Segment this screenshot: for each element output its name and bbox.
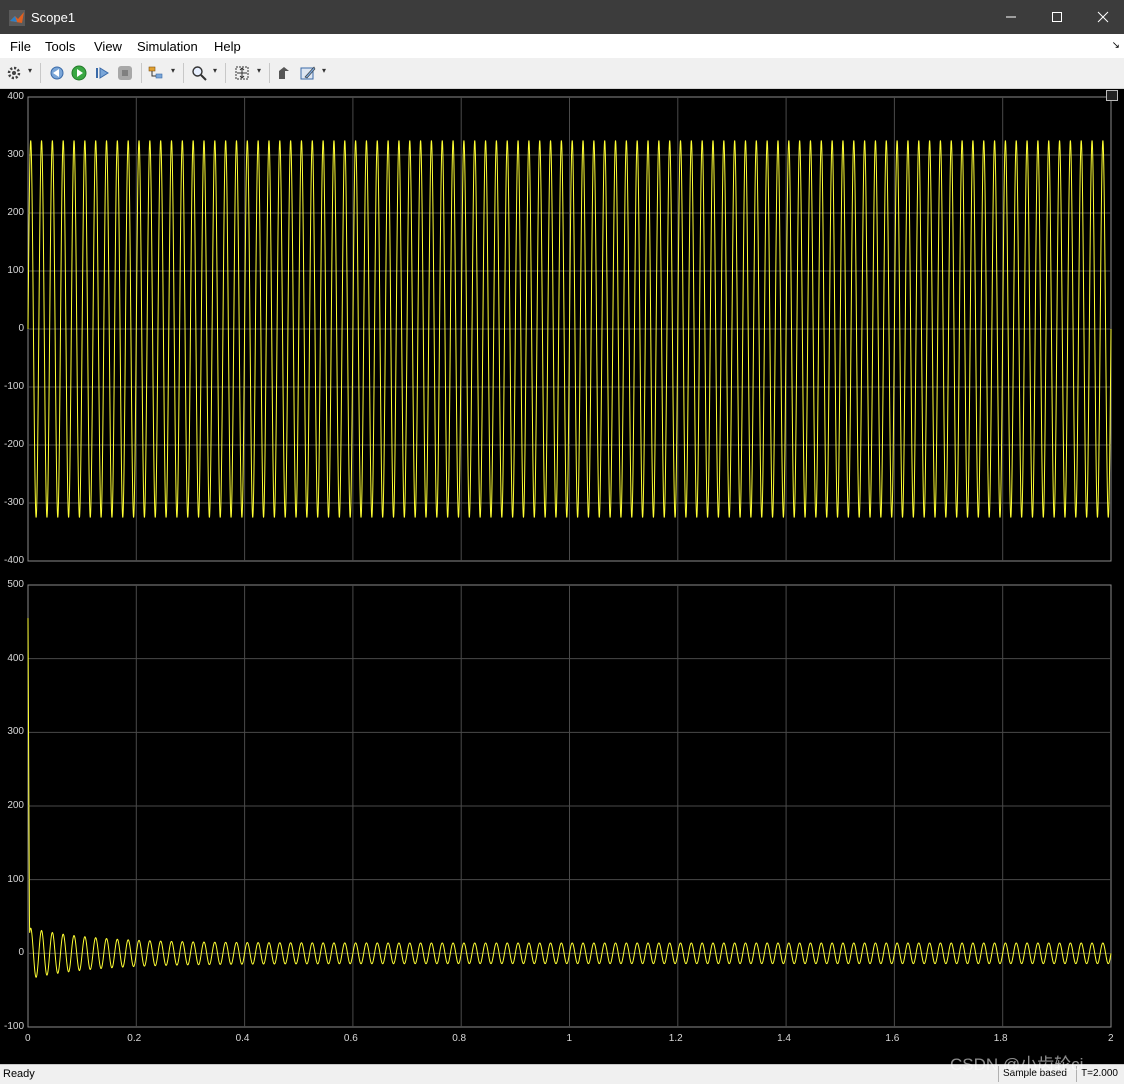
y-tick-label: 0 bbox=[18, 323, 24, 334]
signal-selector-icon[interactable] bbox=[148, 65, 164, 81]
x-tick-label: 2 bbox=[1108, 1033, 1114, 1044]
highlight-block-icon[interactable] bbox=[276, 65, 292, 81]
edit-dropdown-icon[interactable]: ▾ bbox=[322, 67, 328, 75]
menu-simulation[interactable]: Simulation bbox=[137, 39, 198, 54]
minimize-icon bbox=[1006, 16, 1016, 18]
y-tick-label: -200 bbox=[3, 439, 24, 450]
run-icon[interactable] bbox=[71, 65, 87, 81]
toolbar-separator bbox=[40, 63, 41, 83]
fit-dropdown-icon[interactable]: ▾ bbox=[257, 67, 263, 75]
close-button[interactable] bbox=[1080, 0, 1124, 34]
edit-icon[interactable] bbox=[300, 65, 316, 81]
y-tick-label: 400 bbox=[7, 91, 24, 102]
y-tick-label: 500 bbox=[7, 579, 24, 590]
expand-axes-button[interactable] bbox=[1106, 90, 1118, 101]
fit-to-view-icon[interactable] bbox=[234, 65, 250, 81]
y-tick-label: -400 bbox=[3, 555, 24, 566]
y-tick-label: 300 bbox=[7, 149, 24, 160]
zoom-icon[interactable] bbox=[191, 65, 207, 81]
y-tick-label: 200 bbox=[7, 800, 24, 811]
menu-view[interactable]: View bbox=[94, 39, 122, 54]
x-tick-label: 1.6 bbox=[885, 1033, 900, 1044]
menu-help[interactable]: Help bbox=[214, 39, 241, 54]
x-tick-label: 1 bbox=[566, 1033, 573, 1044]
x-tick-label: 0.2 bbox=[127, 1033, 142, 1044]
close-icon bbox=[1097, 11, 1109, 23]
stop-icon[interactable] bbox=[117, 65, 133, 81]
toolbar-separator bbox=[269, 63, 270, 83]
toolbar: ▾ ▾ ▾ ▾ ▾ bbox=[0, 58, 1124, 89]
y-tick-label: -100 bbox=[3, 1021, 24, 1032]
gear-icon[interactable] bbox=[6, 65, 22, 81]
minimize-button[interactable] bbox=[988, 0, 1034, 34]
x-tick-label: 0.8 bbox=[452, 1033, 467, 1044]
y-tick-label: 0 bbox=[18, 947, 24, 959]
signal-dropdown-icon[interactable]: ▾ bbox=[171, 67, 177, 75]
scope-axes[interactable] bbox=[0, 89, 1124, 1064]
step-back-icon[interactable] bbox=[48, 65, 64, 81]
menu-tools[interactable]: Tools bbox=[45, 39, 75, 54]
y-tick-label: 200 bbox=[7, 207, 24, 218]
y-tick-label: 100 bbox=[7, 265, 24, 276]
watermark-text: CSDN @小齿轮ci bbox=[950, 1055, 1084, 1074]
x-tick-label: 0.6 bbox=[343, 1033, 358, 1044]
zoom-dropdown-icon[interactable]: ▾ bbox=[213, 67, 219, 75]
x-tick-label: 0 bbox=[25, 1033, 31, 1044]
scope-plot-area: 400 300 200 100 0 -100 -200 -300 -400 500 400 300 20… bbox=[0, 89, 1124, 1064]
toolbar-separator bbox=[225, 63, 226, 83]
dock-arrow-icon[interactable]: ↘ bbox=[1112, 40, 1120, 51]
menu-file[interactable]: File bbox=[10, 39, 31, 54]
settings-dropdown-icon[interactable]: ▾ bbox=[28, 67, 34, 75]
x-tick-label: 1.8 bbox=[993, 1033, 1008, 1044]
window-title: Scope1 bbox=[31, 10, 76, 25]
y-tick-label: 400 bbox=[7, 652, 24, 664]
x-tick-label: 1.2 bbox=[668, 1033, 683, 1044]
y-tick-label: 300 bbox=[7, 726, 24, 738]
y-tick-label: -100 bbox=[3, 381, 24, 392]
toolbar-separator bbox=[183, 63, 184, 83]
toolbar-separator bbox=[141, 63, 142, 83]
matlab-logo-icon bbox=[9, 10, 25, 26]
y-tick-label: -300 bbox=[3, 497, 24, 508]
status-state: Ready bbox=[3, 1068, 35, 1080]
maximize-icon bbox=[1052, 12, 1062, 22]
x-tick-label: 0.4 bbox=[235, 1033, 250, 1044]
x-tick-label: 1.4 bbox=[777, 1033, 791, 1044]
maximize-button[interactable] bbox=[1034, 0, 1080, 34]
title-bar: Scope1 bbox=[0, 0, 1124, 34]
menu-bar: File Tools View Simulation Help ↘ bbox=[0, 34, 1124, 58]
y-tick-label: 100 bbox=[7, 873, 24, 885]
step-forward-icon[interactable] bbox=[94, 65, 110, 81]
